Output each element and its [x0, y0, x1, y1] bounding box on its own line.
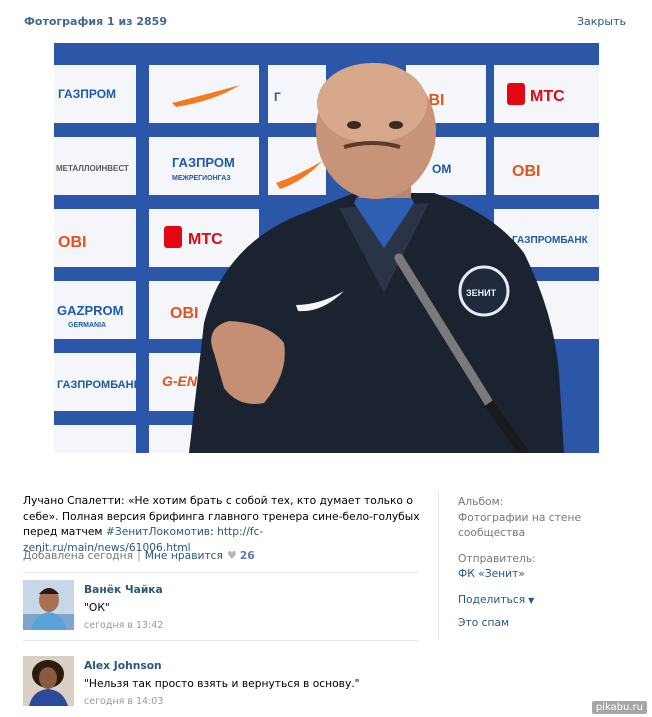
divider: [23, 572, 418, 573]
logo-gazprom-latin: GAZPROM: [57, 303, 123, 318]
logo-gazprombank-1: ГАЗПРОМБАНК: [512, 235, 589, 246]
logo-gazprom-sub: МЕЖРЕГИОНГАЗ: [172, 175, 231, 182]
comment-item: Alex Johnson "Нельзя так просто взять и …: [23, 656, 423, 708]
logo-zenit-badge: ЗЕНИТ: [466, 288, 497, 298]
album-link[interactable]: Фотографии на стене сообщества: [458, 510, 628, 541]
photo-counter: Фотография 1 из 2859: [24, 15, 167, 28]
heart-icon[interactable]: ♥: [227, 549, 237, 562]
svg-text:ОМ: ОМ: [432, 162, 451, 176]
comment-time[interactable]: сегодня в 14:03: [84, 696, 163, 707]
logo-gazprombank-2: ГАЗПРОМБАНК: [57, 379, 141, 391]
album-info: Альбом: Фотографии на стене сообщества: [458, 494, 628, 541]
sender-info: Отправитель: ФК «Зенит»: [458, 551, 628, 582]
sender-link[interactable]: ФК «Зенит»: [458, 566, 628, 582]
logo-gazprom-1: ГАЗПРОМ: [58, 87, 116, 101]
share-button[interactable]: Поделиться: [458, 593, 525, 606]
like-button[interactable]: Мне нравится: [145, 549, 223, 562]
avatar-image: [23, 580, 74, 630]
comment-text: "Нельзя так просто взять и вернуться в о…: [84, 677, 360, 690]
photo-sidebar: Альбом: Фотографии на стене сообщества О…: [458, 494, 628, 630]
divider: [23, 640, 418, 641]
comment-item: Ванёк Чайка "ОК" сегодня в 13:42: [23, 580, 423, 632]
album-label: Альбом:: [458, 495, 504, 508]
like-count: 26: [239, 549, 255, 562]
photo-caption: Лучано Спалетти: «Не хотим брать с собой…: [23, 493, 421, 555]
viewer-header: Фотография 1 из 2859 Закрыть: [24, 15, 626, 31]
share-row: Поделиться ▼: [458, 592, 628, 609]
photo-meta: Добавлена сегодня | Мне нравится ♥ 26: [23, 549, 421, 562]
spam-row: Это спам: [458, 615, 628, 631]
logo-obi-4: OBI: [170, 305, 198, 322]
svg-text:Г: Г: [274, 90, 281, 104]
logo-obi-3: OBI: [58, 234, 86, 251]
watermark: pikabu.ru: [591, 701, 647, 714]
comment-text: "ОК": [84, 601, 110, 614]
sender-label: Отправитель:: [458, 551, 536, 565]
avatar-image: [23, 656, 74, 706]
comment-time[interactable]: сегодня в 13:42: [84, 620, 163, 631]
logo-obi-2: OBI: [512, 163, 540, 180]
added-date: Добавлена сегодня: [23, 549, 134, 562]
meta-separator: |: [137, 549, 141, 562]
logo-gazprom-2: ГАЗПРОМ: [172, 155, 235, 170]
logo-metallinvest: МЕТАЛЛОИНВЕСТ: [56, 164, 129, 173]
report-spam-link[interactable]: Это спам: [458, 616, 509, 629]
close-button[interactable]: Закрыть: [577, 15, 626, 28]
avatar[interactable]: [23, 580, 74, 630]
logo-gazprom-latin-sub: GERMANIA: [68, 322, 106, 329]
sidebar-separator: [438, 492, 439, 640]
photo[interactable]: ГАЗПРОМ Г OBI МТС МЕТАЛЛОИНВЕСТ ГАЗПРОМ …: [54, 43, 599, 453]
logo-mts-1: МТС: [530, 88, 565, 105]
chevron-down-icon[interactable]: ▼: [528, 596, 534, 605]
comment-author[interactable]: Ванёк Чайка: [84, 583, 163, 596]
comment-author[interactable]: Alex Johnson: [84, 659, 162, 672]
avatar[interactable]: [23, 656, 74, 706]
logo-mts-2: МТС: [188, 231, 223, 248]
photo-image: ГАЗПРОМ Г OBI МТС МЕТАЛЛОИНВЕСТ ГАЗПРОМ …: [54, 43, 599, 453]
hashtag-link[interactable]: #ЗенитЛокомотив: [106, 525, 210, 538]
